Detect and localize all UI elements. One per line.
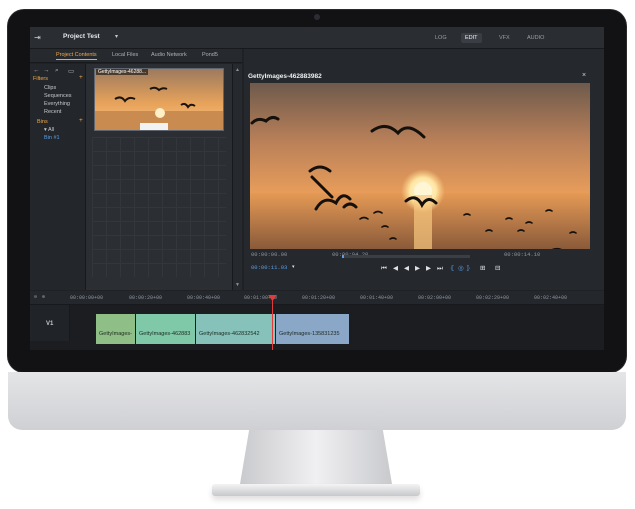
viewer-scrubber-progress [342,255,344,258]
tab-audio[interactable]: AUDIO [523,33,548,43]
step-back-icon[interactable]: ◀ [393,264,398,272]
video-preview[interactable] [250,83,590,249]
sidebar-item-everything[interactable]: Everything [44,101,70,107]
forward-arrow-icon[interactable]: → [43,67,50,74]
chevron-down-icon[interactable]: ▾ [115,33,118,40]
view-toggle-icon[interactable]: ▭ [68,67,74,75]
mark-out-icon[interactable]: ⦄ [466,264,471,272]
timeline-playhead[interactable] [272,297,273,350]
viewer-scrubber[interactable] [342,255,470,258]
clip-thumbnail[interactable] [94,68,224,131]
ruler-tick: 00:02:00+00 [418,295,452,301]
timecode-out: 00:00:14.10 [504,251,541,258]
sidebar-item-bin-1[interactable]: Bin #1 [44,135,60,141]
timeline-clip[interactable]: GettyImages-462883 [136,314,196,344]
search-icon[interactable]: ⌕ [55,67,59,75]
sidebar-item-clips[interactable]: Clips [44,85,56,91]
tab-pond5[interactable]: Pond5 [202,52,218,58]
project-title[interactable]: Project Test [63,33,100,40]
ruler-tick: 00:02:20+00 [476,295,510,301]
ruler-tick: 00:00:40+00 [187,295,221,301]
imac-stand-base [212,484,420,496]
scroll-up-icon[interactable]: ▲ [235,67,240,73]
tab-edit[interactable]: EDIT [461,33,482,43]
timeline-clip[interactable]: GettyImages-462832542 [196,314,276,344]
timeline-clip[interactable]: GettyImages- [96,314,136,344]
video-editor-app: ⇥ Project Test ▾ LOG EDIT VFX AUDIO Proj… [30,27,604,350]
track-label-v1: V1 [46,321,54,327]
overwrite-clip-icon[interactable]: ⊟ [495,264,500,272]
timeline-zoom-in-icon[interactable]: ⊕ [42,294,45,300]
play-icon[interactable]: ▶ [415,264,420,272]
sunset-seagulls-image [250,83,590,249]
tab-audio-network[interactable]: Audio Network [151,52,187,58]
filters-heading: Filters [33,76,48,82]
ruler-tick: 00:00:20+00 [129,295,163,301]
bin-scrollbar[interactable] [232,64,242,290]
mark-clip-icon[interactable]: ◎ [458,264,464,272]
timeline-clip[interactable]: GettyImages-135831235 [276,314,350,344]
timecode-dropdown-icon[interactable]: ▾ [292,264,295,270]
go-to-end-icon[interactable]: ⏭ [437,264,443,273]
back-arrow-icon[interactable]: ← [33,67,40,74]
ruler-tick: 00:01:20+00 [302,295,336,301]
add-bin-icon[interactable]: + [79,117,83,124]
ruler-tick: 00:02:40+00 [534,295,568,301]
step-forward-icon[interactable]: ▶ [426,264,431,272]
sidebar-item-recent[interactable]: Recent [44,109,61,115]
scroll-down-icon[interactable]: ▼ [235,282,240,288]
sidebar-item-sequences[interactable]: Sequences [44,93,72,99]
imac-stand [240,430,392,484]
bin-grid [92,137,226,277]
viewer-clip-title: GettyImages-462883982 [248,73,322,80]
timecode-current: 00:00:11.03 [251,264,288,271]
tab-log[interactable]: LOG [431,33,451,43]
mark-in-icon[interactable]: ⦃ [450,264,455,272]
apple-logo-icon [300,381,334,415]
sidebar-item-all[interactable]: ▾ All [44,127,54,133]
ruler-tick: 00:00:00+00 [70,295,104,301]
tab-local-files[interactable]: Local Files [112,52,138,58]
thumbnail-label: GettyImages-46288... [96,69,149,75]
tab-vfx[interactable]: VFX [495,33,514,43]
ruler-tick: 00:01:40+00 [360,295,394,301]
bins-heading: Bins [37,119,48,125]
timeline-zoom-out-icon[interactable]: ⊖ [34,294,37,300]
tab-project-contents[interactable]: Project Contents [56,52,97,60]
play-reverse-icon[interactable]: ◀ [404,264,409,272]
camera-icon [314,14,320,20]
timecode-start: 00:00:00.00 [251,251,288,258]
close-icon[interactable]: × [582,72,586,79]
add-filter-icon[interactable]: + [79,74,83,81]
sunset-thumbnail-image [95,69,223,130]
exit-icon[interactable]: ⇥ [34,33,44,43]
go-to-start-icon[interactable]: ⏮ [381,264,387,273]
insert-clip-icon[interactable]: ⊞ [480,264,485,272]
